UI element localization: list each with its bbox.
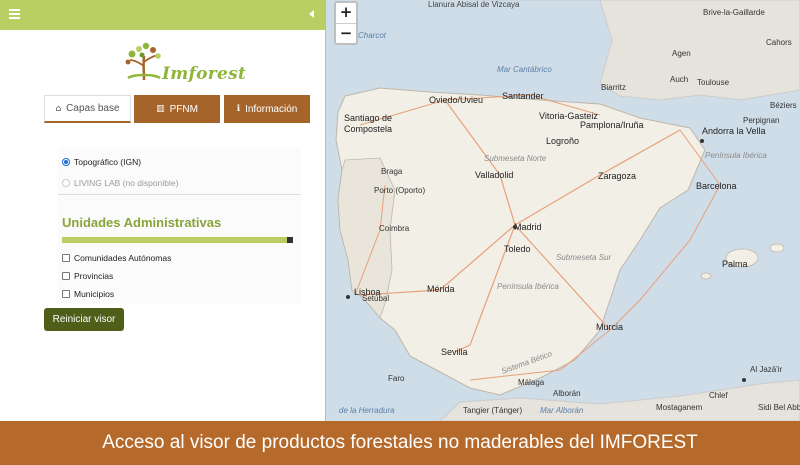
checkbox[interactable] (62, 290, 70, 298)
map-label: Murcia (596, 322, 624, 332)
map-label: Alborán (553, 389, 581, 398)
map-label: Mar Alborán (540, 406, 584, 415)
map-label: Submeseta Sur (556, 253, 612, 262)
map-label: Madrid (514, 222, 542, 232)
hamburger-menu-icon[interactable] (9, 9, 20, 20)
layer-label: Topográfico (IGN) (74, 157, 142, 167)
admin-option-municipios[interactable]: Municipios (62, 289, 114, 299)
divider (58, 194, 301, 195)
map-label: Zaragoza (598, 171, 637, 181)
zoom-in-button[interactable]: + (336, 3, 356, 23)
map-label: Palma (722, 259, 748, 269)
tab-informacion[interactable]: ℹ Información (224, 95, 310, 123)
map-label: Málaga (518, 378, 545, 387)
layer-label: LIVING LAB (no disponible) (74, 178, 179, 188)
map-label: Perpignan (743, 116, 780, 125)
map-label: Mostaganem (656, 403, 703, 412)
map-label: Sidi Bel Abbès (758, 403, 800, 412)
sidebar-header (0, 0, 325, 30)
base-layers-panel: Topográfico (IGN) LIVING LAB (no disponi… (58, 148, 301, 304)
map-label: Tangier (Tánger) (463, 406, 523, 415)
admin-label: Comunidades Autónomas (74, 253, 172, 263)
map-label: Sevilla (441, 347, 468, 357)
map-label: Toledo (504, 244, 531, 254)
map-label: Auch (670, 75, 689, 84)
map-label: Brive-la-Gaillarde (703, 8, 765, 17)
map-label: Porto (Oporto) (374, 186, 426, 195)
zoom-out-button[interactable]: − (336, 23, 356, 43)
opacity-slider-fill (62, 237, 293, 243)
map-label: Andorra la Vella (702, 126, 766, 136)
admin-option-provincias[interactable]: Provincias (62, 271, 113, 281)
tab-pfnm[interactable]: ▥ PFNM (134, 95, 220, 123)
layer-option-topografico[interactable]: Topográfico (IGN) (62, 157, 141, 167)
info-icon: ℹ (236, 104, 241, 114)
map-label: de la Herradura (339, 406, 395, 415)
map-label: Oviedo/Uvieu (429, 95, 484, 105)
map-label: Logroño (546, 136, 580, 146)
admin-label: Municipios (74, 289, 115, 299)
radio-button[interactable] (62, 158, 70, 166)
map-label: Barcelona (696, 181, 737, 191)
layer-option-living-lab: LIVING LAB (no disponible) (62, 178, 178, 188)
map-icon: ▥ (156, 104, 165, 114)
opacity-slider-handle[interactable] (287, 237, 293, 243)
admin-label: Provincias (74, 271, 114, 281)
caption-banner: Acceso al visor de productos forestales … (0, 421, 800, 465)
tab-label: Información (245, 103, 298, 115)
map-label: Península Ibérica (497, 282, 559, 291)
admin-units-title: Unidades Administrativas (62, 215, 222, 230)
reset-viewer-button[interactable]: Reiniciar visor (44, 308, 124, 331)
checkbox[interactable] (62, 254, 70, 262)
map-label: Valladolid (475, 170, 514, 180)
checkbox[interactable] (62, 272, 70, 280)
map-label: Santiago de Compostela (344, 113, 393, 134)
map-label: Biarritz (601, 83, 626, 92)
map-label: Península Ibérica (705, 151, 767, 160)
map-label: Mérida (427, 284, 455, 294)
radio-button (62, 179, 70, 187)
map-label: Cahors (766, 38, 792, 47)
tab-label: Capas base (66, 103, 120, 114)
map-label: Chlef (709, 391, 728, 400)
map-label: Faro (388, 374, 405, 383)
map-label: Llanura Abisal de Vizcaya (428, 0, 520, 9)
map-label: Agen (672, 49, 691, 58)
map-label: Mar Cantábrico (497, 65, 552, 74)
home-icon: ⌂ (55, 103, 62, 114)
logo-text: Imforest (162, 64, 247, 84)
admin-option-comunidades[interactable]: Comunidades Autónomas (62, 253, 171, 263)
tree-logo-icon (125, 42, 161, 81)
opacity-slider[interactable] (62, 237, 293, 243)
map-label: Pamplona/Iruña (580, 120, 644, 130)
sidebar: Imforest ⌂ Capas base ▥ PFNM ℹ Informaci… (0, 0, 326, 421)
map-label: Béziers (770, 101, 797, 110)
tab-label: PFNM (169, 103, 198, 115)
collapse-sidebar-icon[interactable] (309, 10, 314, 18)
map-label: Toulouse (697, 78, 730, 87)
tab-capas-base[interactable]: ⌂ Capas base (44, 95, 131, 123)
map-label: Charcot (358, 31, 387, 40)
map-label: Setúbal (362, 294, 390, 303)
map-label: Al Jazā'ir (750, 365, 783, 374)
map-label: Submeseta Norte (484, 154, 547, 163)
map-label: Coimbra (379, 224, 410, 233)
map-label: Braga (381, 167, 403, 176)
imforest-logo: Imforest (124, 40, 246, 84)
zoom-control: + − (334, 1, 358, 45)
map-label: Santander (502, 91, 544, 101)
